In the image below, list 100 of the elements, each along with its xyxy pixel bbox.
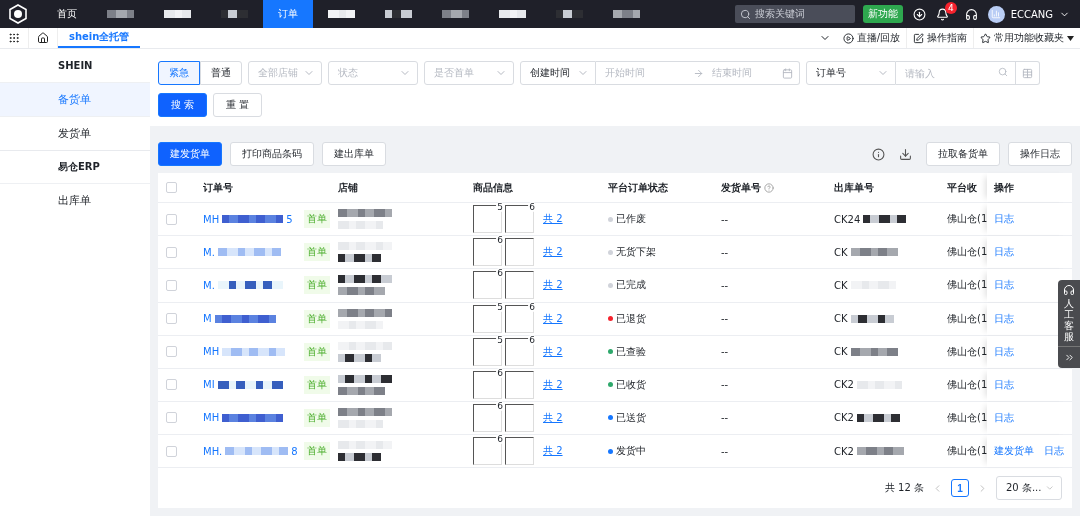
home-icon[interactable]	[37, 32, 49, 44]
table-cell: 佛山仓(1	[947, 212, 987, 227]
checkbox[interactable]	[166, 445, 177, 457]
product-thumbnail[interactable]: 5	[473, 337, 502, 366]
product-thumbnail[interactable]: 6	[473, 238, 502, 267]
row-action-link[interactable]: 日志	[994, 311, 1014, 326]
product-thumbnail[interactable]: 6	[473, 437, 502, 465]
download-icon[interactable]	[912, 7, 926, 21]
logo-icon[interactable]	[8, 4, 28, 24]
user-avatar[interactable]	[987, 5, 1005, 23]
download-icon[interactable]	[899, 147, 912, 161]
checkbox[interactable]	[166, 412, 177, 424]
product-thumbnail[interactable]	[505, 437, 534, 465]
checkbox[interactable]	[166, 346, 177, 358]
user-name[interactable]: ECCANG	[1010, 8, 1053, 20]
product-thumbnail[interactable]: 6	[505, 304, 534, 333]
item-count-link[interactable]: 共 2	[543, 344, 563, 359]
redaction-mosaic	[850, 314, 894, 323]
first-order-tag: 首单	[304, 243, 330, 262]
row-action-link[interactable]: 日志	[994, 278, 1014, 293]
time-type-select[interactable]: 创建时间	[520, 61, 596, 85]
sidebar-item[interactable]: 出库单	[0, 183, 150, 217]
bell-icon[interactable]	[935, 7, 949, 21]
table-cell: --	[721, 279, 729, 291]
item-count-link[interactable]: 共 2	[543, 278, 563, 293]
nav-tab[interactable]: 首页	[42, 0, 92, 28]
redaction-mosaic	[856, 447, 904, 455]
search-field[interactable]: 搜索关键词	[734, 5, 855, 23]
order-number-link[interactable]: 8	[291, 445, 298, 457]
keyword-input[interactable]: 请输入	[896, 61, 1016, 85]
item-count-link[interactable]: 共 2	[543, 212, 563, 227]
reset-button[interactable]: 重 置	[213, 93, 263, 117]
support-widget[interactable]: 人工客服	[1058, 280, 1080, 368]
checkbox[interactable]	[166, 246, 177, 258]
action-button[interactable]: 操作日志	[1008, 142, 1072, 166]
app-grid-icon[interactable]	[8, 32, 20, 44]
item-count-link[interactable]: 共 2	[543, 311, 563, 326]
product-thumbnail[interactable]: 6	[505, 337, 534, 366]
toolbar-link[interactable]: 操作指南	[927, 31, 967, 45]
page-button[interactable]: 1	[951, 479, 969, 498]
order-number-link[interactable]: MH.	[203, 445, 223, 457]
product-thumbnail[interactable]: 6	[473, 370, 502, 399]
product-thumbnail[interactable]: 6	[473, 403, 502, 432]
order-number-link[interactable]: 5	[286, 213, 293, 225]
row-action-link[interactable]: 日志	[1044, 444, 1064, 458]
sidebar-item[interactable]: 发货单	[0, 116, 150, 150]
product-thumbnail[interactable]: 5	[473, 205, 502, 234]
order-number-link[interactable]: M	[203, 313, 212, 325]
nav-tab[interactable]: 订单	[263, 0, 313, 28]
row-action-link[interactable]: 日志	[994, 377, 1014, 392]
order-number-link[interactable]: M.	[203, 246, 215, 258]
redaction-mosaic	[613, 10, 640, 18]
sidebar-item[interactable]: 备货单	[0, 82, 150, 116]
item-count-link[interactable]: 共 2	[543, 444, 563, 458]
quantity-badge: 6	[528, 301, 536, 312]
checkbox[interactable]	[166, 182, 177, 194]
product-thumbnail[interactable]: 6	[473, 271, 502, 300]
action-button[interactable]: 拉取备货单	[926, 142, 1000, 166]
checkbox[interactable]	[166, 313, 177, 325]
product-thumbnail[interactable]: 5	[473, 304, 502, 333]
product-thumbnail[interactable]	[505, 238, 534, 267]
action-button[interactable]: 建出库单	[322, 142, 386, 166]
first-order-tag: 首单	[304, 210, 330, 229]
product-thumbnail[interactable]	[505, 403, 534, 432]
row-action-link[interactable]: 日志	[994, 410, 1014, 425]
redaction-mosaic	[222, 347, 286, 356]
priority-toggle[interactable]: 紧急	[158, 61, 200, 85]
search-button[interactable]: 搜 索	[158, 93, 208, 117]
item-count-link[interactable]: 共 2	[543, 245, 563, 260]
headset-icon[interactable]	[964, 7, 978, 21]
item-count-link[interactable]: 共 2	[543, 377, 563, 392]
toolbar-link[interactable]: 常用功能收藏夹	[994, 31, 1064, 45]
table-cell: --	[721, 379, 729, 391]
row-action-link[interactable]: 日志	[994, 245, 1014, 260]
action-button[interactable]: 建发货单	[158, 142, 222, 166]
product-thumbnail[interactable]	[505, 271, 534, 300]
product-thumbnail[interactable]: 6	[505, 205, 534, 234]
table-cell: 佛山仓(1	[947, 245, 987, 260]
action-button[interactable]: 打印商品条码	[230, 142, 314, 166]
order-number-link[interactable]: M.	[203, 279, 215, 291]
order-number-link[interactable]: MH	[203, 412, 220, 424]
checkbox[interactable]	[166, 279, 177, 291]
product-thumbnail[interactable]	[505, 370, 534, 399]
info-icon[interactable]	[872, 147, 885, 161]
new-feature-button[interactable]: 新功能	[862, 5, 903, 23]
item-count-link[interactable]: 共 2	[543, 410, 563, 425]
order-number-link[interactable]: MH	[203, 346, 220, 358]
toolbar-link[interactable]: 直播/回放	[856, 31, 900, 45]
page-size-select[interactable]: 20 条...	[996, 476, 1062, 501]
row-action-link[interactable]: 日志	[994, 344, 1014, 359]
redaction-mosaic	[225, 447, 289, 455]
row-action-link[interactable]: 日志	[994, 212, 1014, 227]
checkbox[interactable]	[166, 213, 177, 225]
order-number-link[interactable]: MI	[203, 379, 215, 391]
status-text: 已作废	[616, 212, 646, 227]
priority-toggle[interactable]: 普通	[200, 61, 242, 85]
order-number-link[interactable]: MH	[203, 213, 220, 225]
field-type-select[interactable]: 订单号	[806, 61, 896, 85]
row-action-link[interactable]: 建发货单	[994, 444, 1034, 458]
checkbox[interactable]	[166, 379, 177, 391]
